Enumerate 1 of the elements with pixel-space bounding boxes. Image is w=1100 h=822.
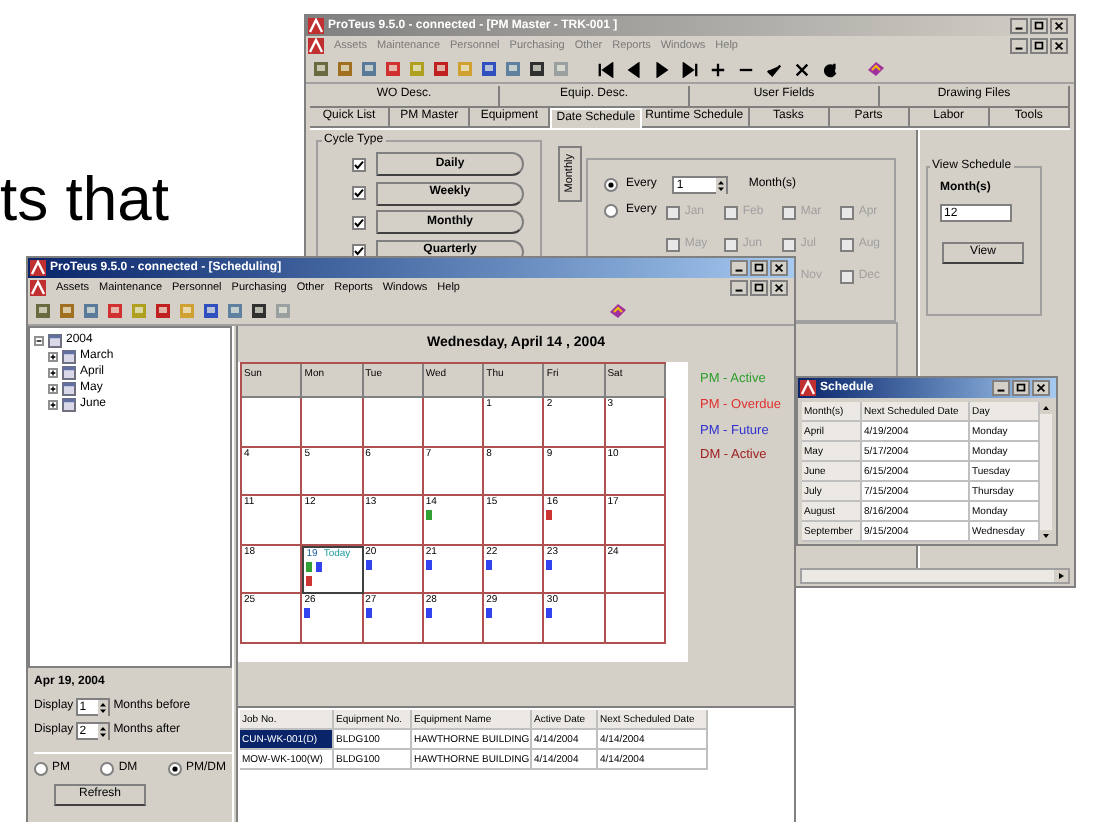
headline-text: ts that xyxy=(0,168,169,230)
